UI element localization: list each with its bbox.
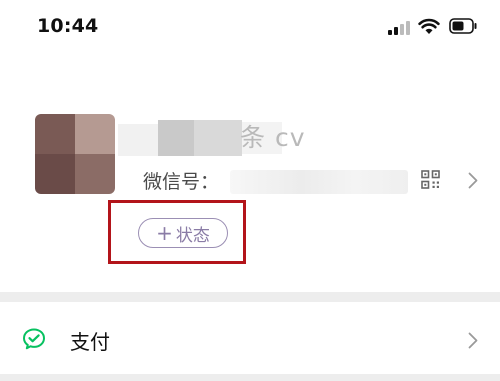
- wechat-id-value-blurred: [230, 170, 408, 194]
- cellular-signal-icon: [388, 21, 410, 35]
- plus-icon: +: [156, 221, 173, 245]
- menu-item-pay[interactable]: 支付: [0, 302, 500, 374]
- avatar[interactable]: [35, 114, 115, 194]
- clock-time: 10:44: [37, 15, 99, 37]
- wechat-pay-icon: [23, 328, 45, 350]
- section-divider: [0, 292, 500, 302]
- wifi-icon: [418, 18, 440, 34]
- nickname-fragment: 条 cv: [240, 123, 306, 152]
- section-divider-bottom: [0, 374, 500, 381]
- add-status-button[interactable]: + 状态: [138, 218, 228, 248]
- qr-code-icon[interactable]: [421, 170, 440, 189]
- status-button-label: 状态: [175, 225, 210, 246]
- battery-icon: [449, 18, 477, 34]
- chevron-right-icon[interactable]: [468, 172, 478, 189]
- menu-item-label: 支付: [70, 330, 110, 354]
- wechat-id-label: 微信号：: [143, 171, 220, 193]
- status-bar: 10:44: [0, 0, 500, 56]
- chevron-right-icon: [468, 332, 478, 349]
